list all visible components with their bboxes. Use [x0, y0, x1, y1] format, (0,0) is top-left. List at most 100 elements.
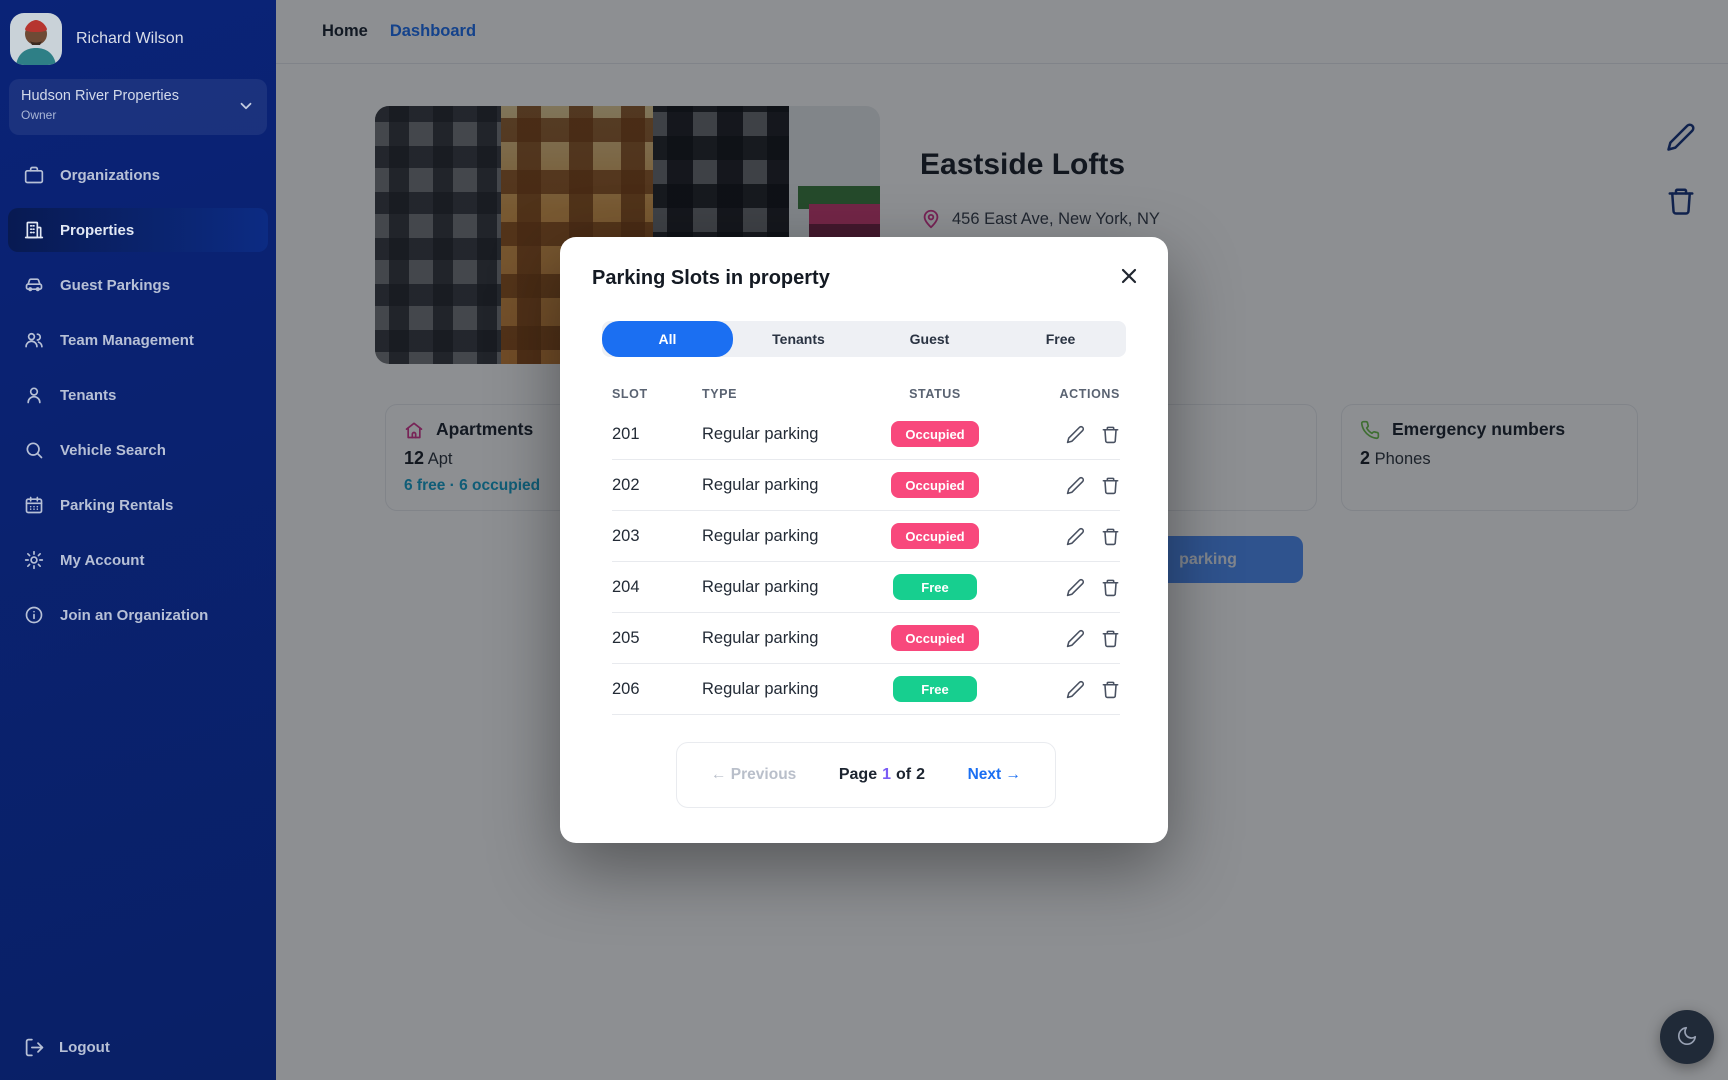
pencil-icon: [1066, 534, 1085, 549]
status-badge: Occupied: [891, 421, 978, 447]
cell-slot: 204: [612, 578, 702, 597]
org-role: Owner: [21, 108, 255, 122]
avatar: [10, 13, 62, 65]
sidebar-item-my-account[interactable]: My Account: [8, 538, 268, 582]
trash-icon: [1101, 687, 1120, 702]
calendar-icon: [24, 495, 44, 515]
cell-slot: 202: [612, 476, 702, 495]
cell-slot: 206: [612, 680, 702, 699]
pencil-icon: [1066, 636, 1085, 651]
trash-icon: [1101, 534, 1120, 549]
delete-slot-button[interactable]: [1101, 425, 1120, 444]
delete-slot-button[interactable]: [1101, 476, 1120, 495]
status-badge: Occupied: [891, 523, 978, 549]
trash-icon: [1101, 483, 1120, 498]
trash-icon: [1101, 585, 1120, 600]
search-icon: [24, 440, 44, 460]
previous-page-button[interactable]: ← Previous: [711, 766, 796, 784]
sidebar-item-label: Organizations: [60, 167, 160, 184]
next-page-button[interactable]: Next →: [968, 766, 1021, 784]
chevron-down-icon: [237, 97, 255, 115]
table-header-row: Slot Type Status Actions: [612, 379, 1120, 409]
sidebar-item-tenants[interactable]: Tenants: [8, 373, 268, 417]
sidebar-item-parking-rentals[interactable]: Parking Rentals: [8, 483, 268, 527]
cell-type: Regular parking: [702, 527, 850, 546]
table-row: 205 Regular parking Occupied: [612, 613, 1120, 664]
cell-type: Regular parking: [702, 476, 850, 495]
sidebar-item-team-management[interactable]: Team Management: [8, 318, 268, 362]
logout-button[interactable]: Logout: [24, 1037, 110, 1058]
pencil-icon: [1066, 585, 1085, 600]
sidebar-item-vehicle-search[interactable]: Vehicle Search: [8, 428, 268, 472]
table-row: 204 Regular parking Free: [612, 562, 1120, 613]
edit-slot-button[interactable]: [1066, 578, 1085, 597]
org-selector[interactable]: Hudson River Properties Owner: [9, 79, 267, 135]
briefcase-icon: [24, 165, 44, 185]
sidebar-item-guest-parkings[interactable]: Guest Parkings: [8, 263, 268, 307]
user-icon: [24, 385, 44, 405]
table-row: 201 Regular parking Occupied: [612, 409, 1120, 460]
tab-guest[interactable]: Guest: [864, 321, 995, 357]
trash-icon: [1101, 636, 1120, 651]
status-badge: Free: [893, 676, 977, 702]
sidebar-item-join-an-organization[interactable]: Join an Organization: [8, 593, 268, 637]
sidebar-item-label: Parking Rentals: [60, 497, 173, 514]
status-badge: Free: [893, 574, 977, 600]
cell-type: Regular parking: [702, 629, 850, 648]
user-name: Richard Wilson: [76, 30, 184, 48]
pencil-icon: [1066, 483, 1085, 498]
table-row: 206 Regular parking Free: [612, 664, 1120, 715]
close-button[interactable]: [1114, 261, 1144, 291]
edit-slot-button[interactable]: [1066, 425, 1085, 444]
cell-slot: 205: [612, 629, 702, 648]
tab-tenants[interactable]: Tenants: [733, 321, 864, 357]
cell-slot: 203: [612, 527, 702, 546]
edit-slot-button[interactable]: [1066, 527, 1085, 546]
trash-icon: [1101, 432, 1120, 447]
sidebar-item-label: My Account: [60, 552, 144, 569]
header-actions: Actions: [1020, 387, 1120, 401]
sidebar-item-label: Guest Parkings: [60, 277, 170, 294]
filter-tabs: AllTenantsGuestFree: [602, 321, 1126, 357]
tab-free[interactable]: Free: [995, 321, 1126, 357]
pencil-icon: [1066, 687, 1085, 702]
users-icon: [24, 330, 44, 350]
sidebar-nav: Organizations Properties Guest Parkings …: [0, 153, 276, 637]
logout-icon: [24, 1037, 45, 1058]
delete-slot-button[interactable]: [1101, 629, 1120, 648]
status-badge: Occupied: [891, 472, 978, 498]
delete-slot-button[interactable]: [1101, 578, 1120, 597]
sidebar-item-label: Team Management: [60, 332, 194, 349]
header-slot: Slot: [612, 387, 702, 401]
sidebar-item-label: Properties: [60, 222, 134, 239]
current-page-number: 1: [882, 766, 891, 784]
page-indicator: Page 1 of 2: [839, 766, 925, 784]
building-icon: [24, 220, 44, 240]
sidebar-item-properties[interactable]: Properties: [8, 208, 268, 252]
table-body: 201 Regular parking Occupied 202 Regular…: [612, 409, 1120, 715]
dark-mode-toggle[interactable]: [1660, 1010, 1714, 1064]
edit-slot-button[interactable]: [1066, 629, 1085, 648]
status-badge: Occupied: [891, 625, 978, 651]
tab-all[interactable]: All: [602, 321, 733, 357]
delete-slot-button[interactable]: [1101, 527, 1120, 546]
edit-slot-button[interactable]: [1066, 680, 1085, 699]
modal-title: Parking Slots in property: [592, 267, 830, 290]
moon-icon: [1676, 1025, 1698, 1050]
pencil-icon: [1066, 432, 1085, 447]
sidebar-item-label: Join an Organization: [60, 607, 208, 624]
cell-type: Regular parking: [702, 680, 850, 699]
user-row: Richard Wilson: [0, 0, 276, 65]
car-icon: [24, 275, 44, 295]
gear-icon: [24, 550, 44, 570]
header-type: Type: [702, 387, 850, 401]
table-row: 203 Regular parking Occupied: [612, 511, 1120, 562]
sidebar: Richard Wilson Hudson River Properties O…: [0, 0, 276, 1080]
logout-label: Logout: [59, 1039, 110, 1056]
sidebar-item-label: Vehicle Search: [60, 442, 166, 459]
info-icon: [24, 605, 44, 625]
sidebar-item-organizations[interactable]: Organizations: [8, 153, 268, 197]
delete-slot-button[interactable]: [1101, 680, 1120, 699]
cell-type: Regular parking: [702, 425, 850, 444]
edit-slot-button[interactable]: [1066, 476, 1085, 495]
